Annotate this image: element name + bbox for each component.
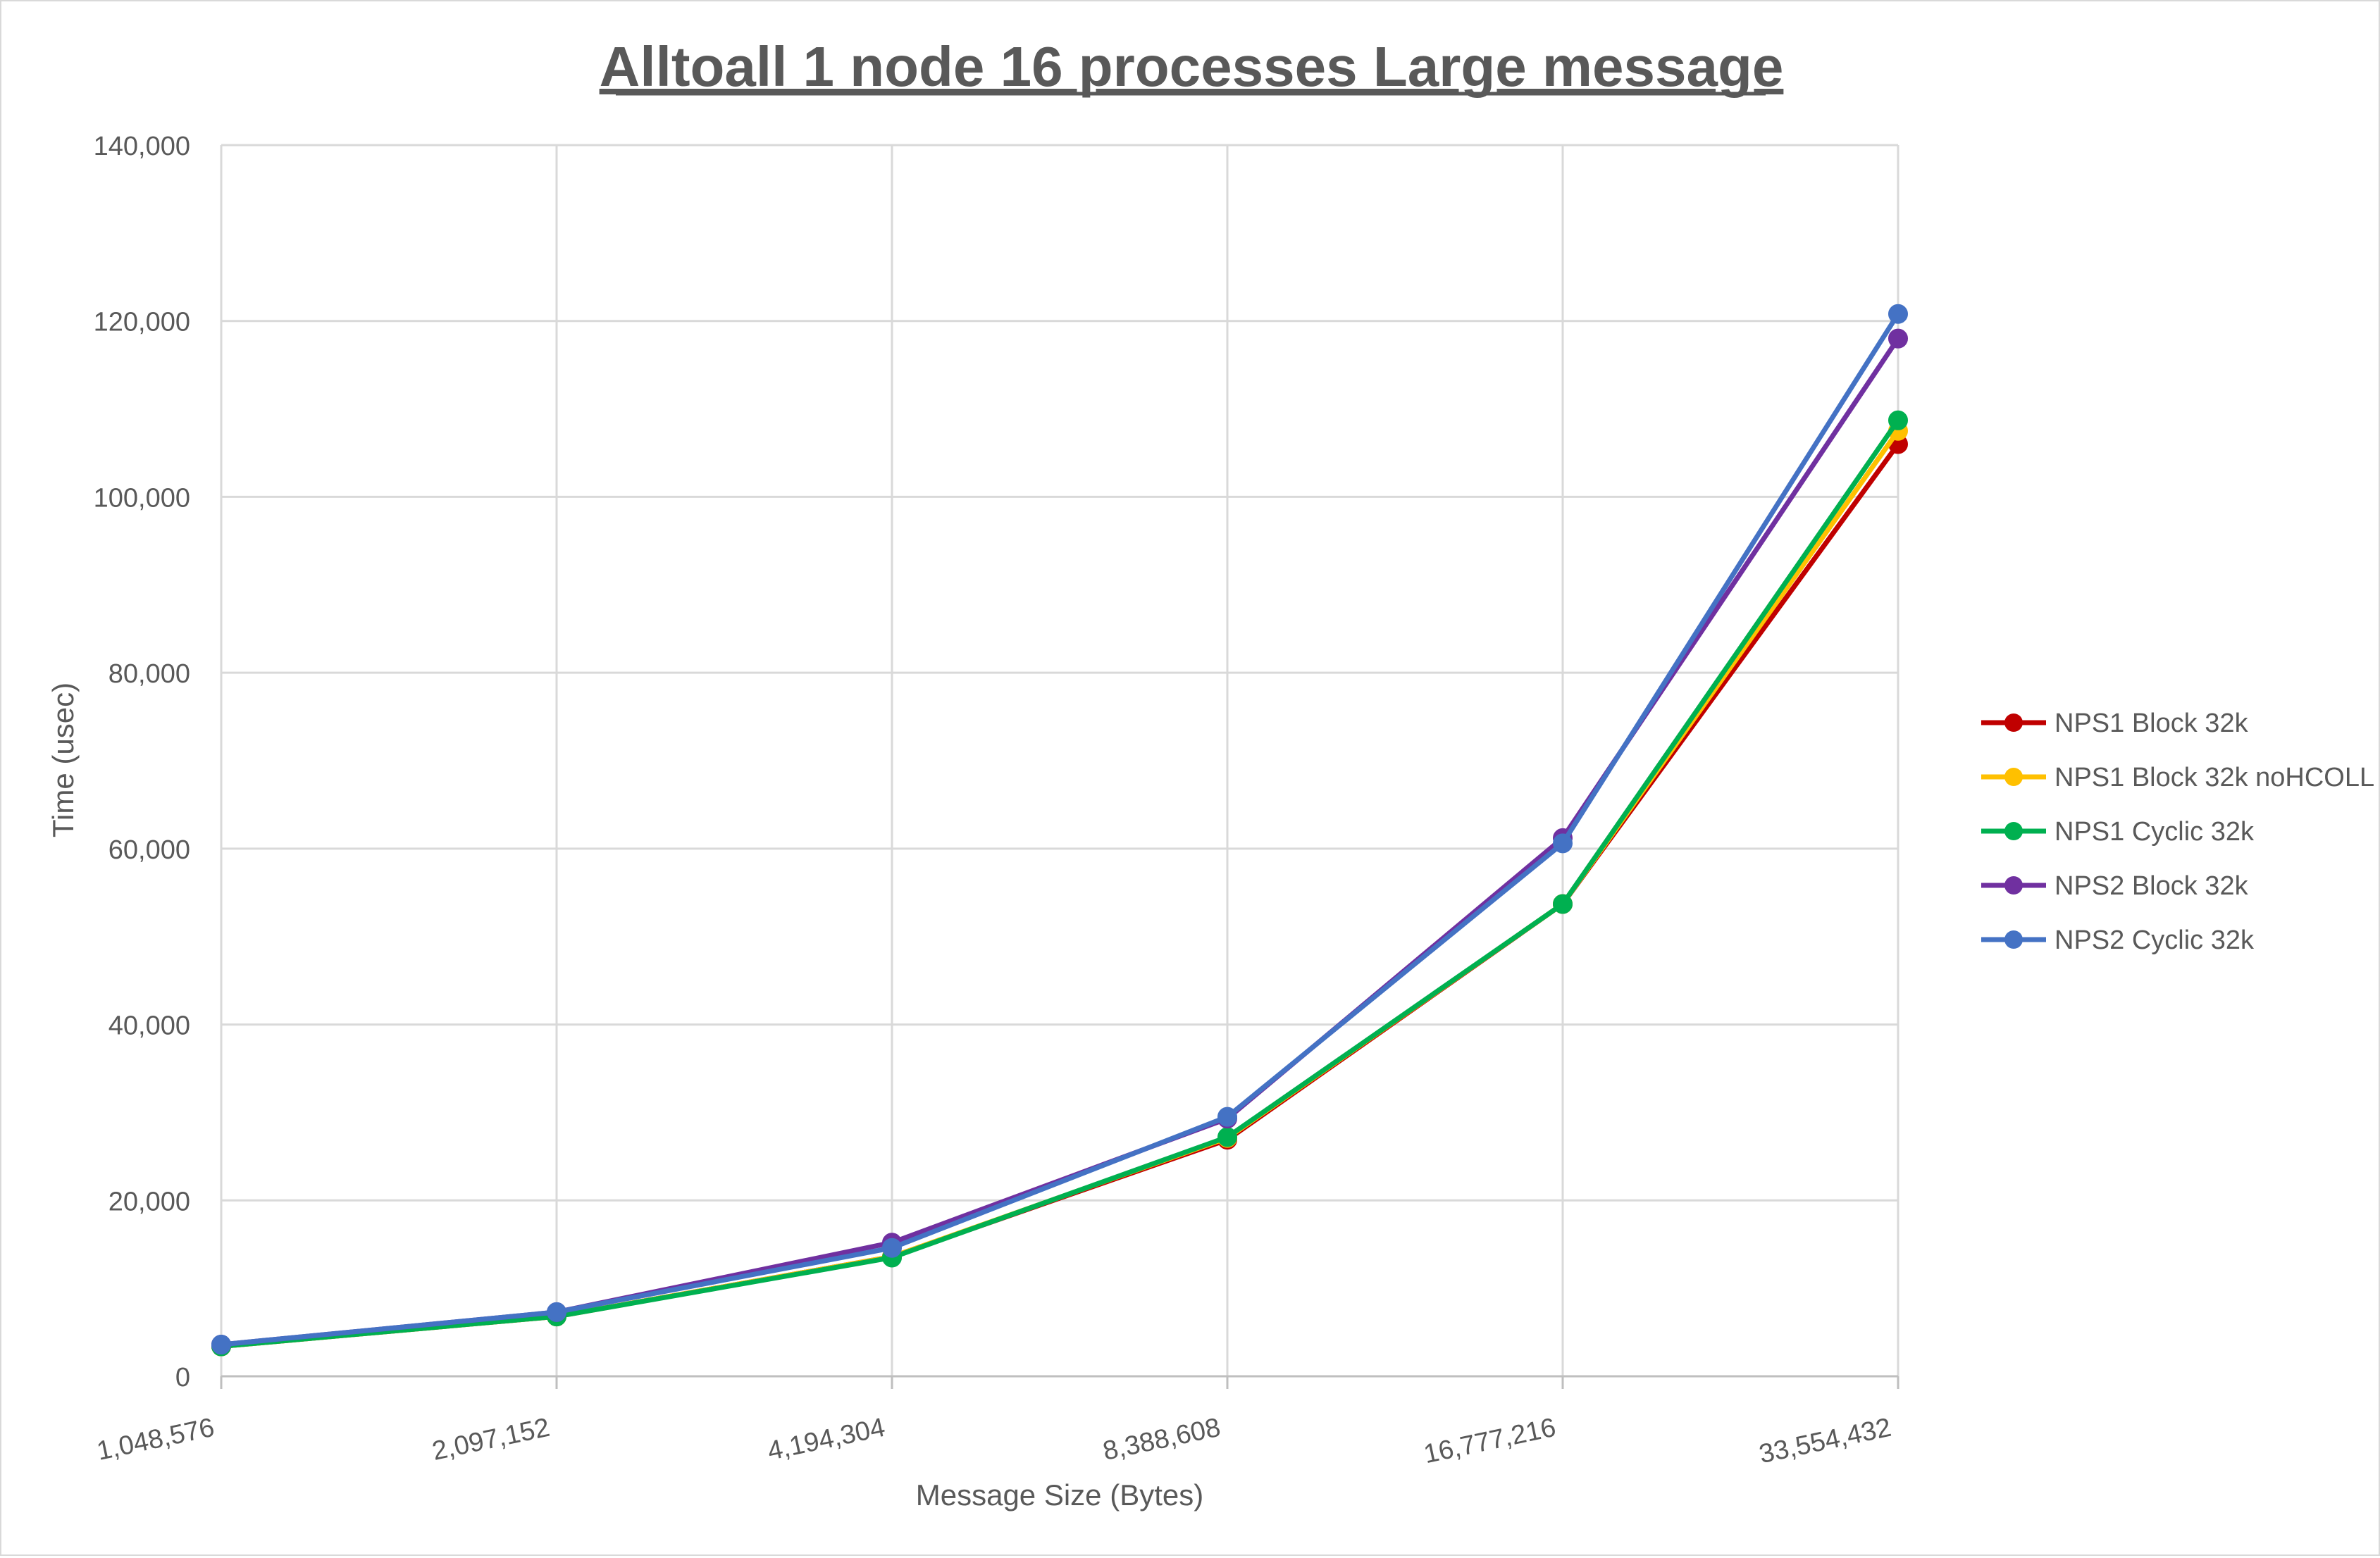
legend-item: NPS1 Block 32k <box>1981 709 2249 738</box>
legend: NPS1 Block 32k NPS1 Block 32k noHCOLL NPS1… <box>1981 709 2374 955</box>
x-tick-label: 16,777,216 <box>1421 1413 1558 1470</box>
x-tick-label: 2,097,152 <box>430 1413 552 1466</box>
data-point <box>1888 410 1908 430</box>
series-lines <box>211 304 1908 1357</box>
series-line <box>218 336 1901 1347</box>
legend-label: NPS2 Cyclic 32k <box>2054 926 2255 955</box>
y-tick-label: 60,000 <box>109 835 190 865</box>
legend-marker <box>2004 713 2023 732</box>
legend-item: NPS2 Block 32k <box>1981 871 2249 901</box>
series-line <box>218 428 1901 1350</box>
chart: 0 20,000 40,000 60,000 80,000 100,000 120,000 1… <box>47 35 2374 1512</box>
series-nps1-block-32k <box>211 434 1908 1357</box>
legend-marker <box>2004 876 2023 895</box>
legend-item: NPS2 Cyclic 32k <box>1981 926 2255 955</box>
legend-item: NPS1 Block 32k noHCOLL <box>1981 763 2374 792</box>
axes: 0 20,000 40,000 60,000 80,000 100,000 120,000 1… <box>94 132 1899 1470</box>
y-tick-label: 140,000 <box>94 132 190 161</box>
series-line <box>218 442 1901 1350</box>
data-point <box>1888 328 1908 349</box>
legend-marker <box>2004 822 2023 840</box>
x-tick-label: 1,048,576 <box>94 1413 217 1466</box>
legend-label: NPS2 Block 32k <box>2054 871 2249 901</box>
grid <box>220 144 1899 1378</box>
legend-label: NPS1 Cyclic 32k <box>2054 817 2255 847</box>
x-axis-title: Message Size (Bytes) <box>916 1478 1203 1512</box>
series-line <box>218 418 1901 1350</box>
chart-frame: 0 20,000 40,000 60,000 80,000 100,000 120,000 1… <box>0 0 2380 1556</box>
data-point <box>882 1238 902 1258</box>
series-nps1-block-32k-nohcoll <box>211 420 1908 1357</box>
x-tick-label: 4,194,304 <box>765 1413 888 1466</box>
data-point <box>1217 1127 1237 1147</box>
data-point <box>1553 894 1573 914</box>
data-point <box>1553 833 1573 854</box>
legend-label: NPS1 Block 32k <box>2054 709 2249 738</box>
y-tick-label: 80,000 <box>109 659 190 689</box>
data-point <box>547 1302 566 1322</box>
chart-title: Alltoall 1 node 16 processes Large messa… <box>600 35 1784 98</box>
y-tick-label: 40,000 <box>109 1011 190 1041</box>
data-point <box>211 1335 231 1355</box>
legend-marker <box>2004 930 2023 949</box>
y-axis-title: Time (usec) <box>47 683 80 837</box>
legend-marker <box>2004 768 2023 786</box>
series-nps1-cyclic-32k <box>211 410 1908 1357</box>
legend-label: NPS1 Block 32k noHCOLL <box>2054 763 2374 792</box>
y-tick-label: 120,000 <box>94 308 190 337</box>
legend-item: NPS1 Cyclic 32k <box>1981 817 2255 847</box>
data-point <box>1217 1107 1237 1127</box>
y-tick-label: 0 <box>175 1363 190 1392</box>
data-point <box>1888 304 1908 324</box>
x-tick-label: 8,388,608 <box>1101 1413 1223 1466</box>
y-tick-label: 100,000 <box>94 483 190 513</box>
series-line <box>218 311 1901 1347</box>
y-tick-label: 20,000 <box>109 1187 190 1216</box>
x-tick-label: 33,554,432 <box>1756 1413 1894 1470</box>
